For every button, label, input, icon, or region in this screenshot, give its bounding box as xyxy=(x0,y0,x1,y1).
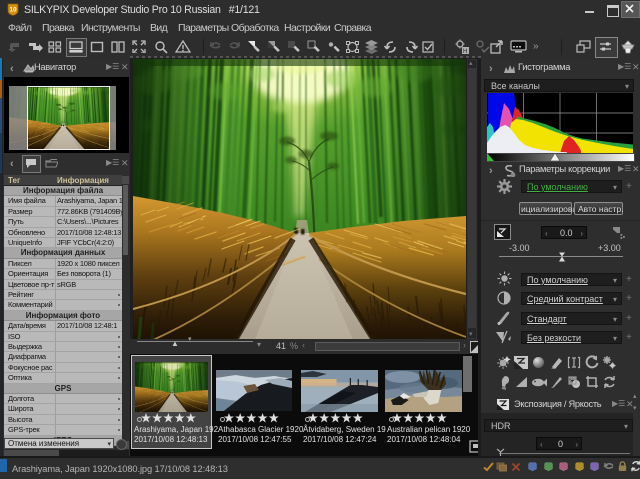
svg-text:H: H xyxy=(463,49,467,55)
svg-text:10: 10 xyxy=(9,7,17,14)
